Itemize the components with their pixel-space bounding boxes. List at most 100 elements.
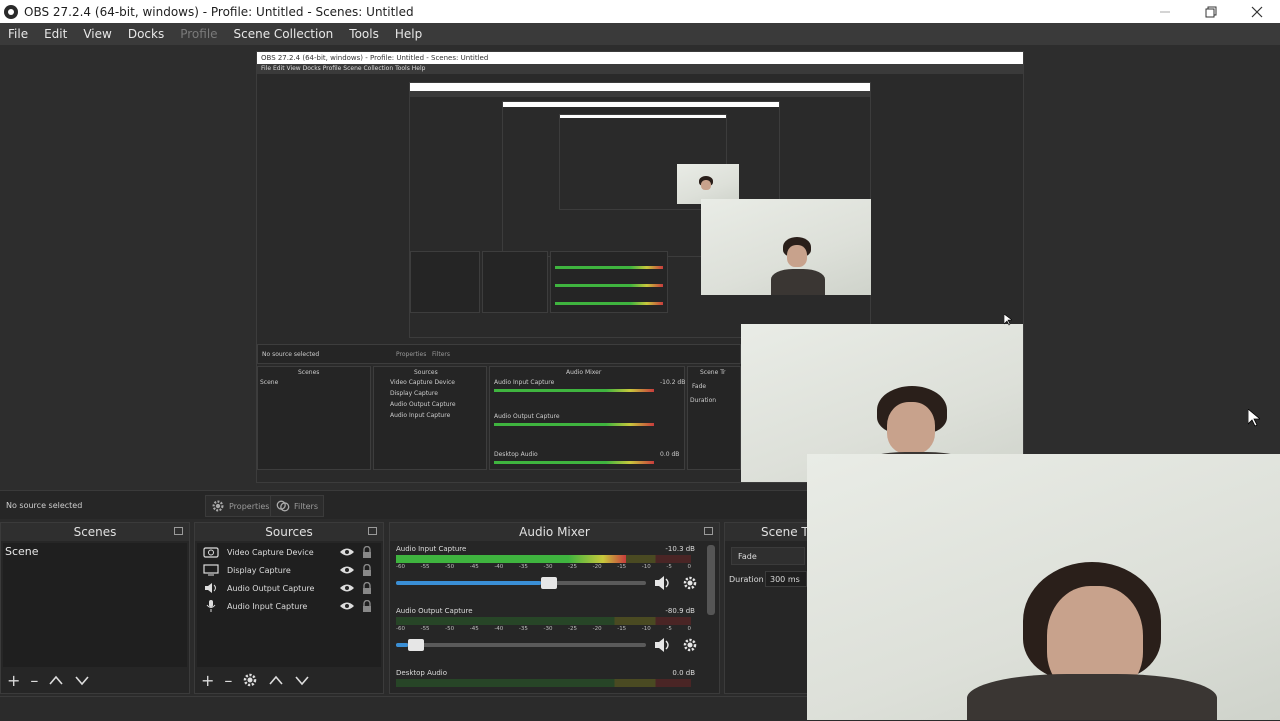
level-meter xyxy=(396,617,691,625)
remove-scene-button[interactable]: – xyxy=(30,671,38,690)
nested-properties-label: Properties xyxy=(396,351,427,358)
volume-icon[interactable] xyxy=(654,575,672,591)
channel-db: -10.3 dB xyxy=(665,545,695,553)
meter-tick-label: -50 xyxy=(445,564,455,570)
undock-icon[interactable] xyxy=(174,527,183,535)
mixer-channel: Audio Output Capture -80.9 dB -60 -55 -50-… xyxy=(394,607,701,665)
meter-tick-label: -45 xyxy=(469,564,479,570)
nested-scene-item: Scene xyxy=(260,379,279,386)
menu-edit[interactable]: Edit xyxy=(36,27,75,41)
source-row[interactable]: Audio Output Capture xyxy=(199,579,379,597)
menu-profile: Profile xyxy=(180,27,218,41)
meter-tick-label: -35 xyxy=(518,564,528,570)
lock-icon[interactable] xyxy=(359,600,375,612)
properties-button[interactable]: Properties xyxy=(205,495,276,517)
minimize-button[interactable] xyxy=(1142,0,1188,23)
monitor-icon xyxy=(203,564,219,576)
visibility-eye-icon[interactable] xyxy=(339,600,355,612)
channel-gear-icon[interactable] xyxy=(682,575,698,591)
mixer-scrollbar[interactable] xyxy=(707,545,715,615)
channel-gear-icon[interactable] xyxy=(682,637,698,653)
speaker-icon xyxy=(203,582,219,594)
lock-icon[interactable] xyxy=(359,546,375,558)
menu-scene-collection[interactable]: Scene Collection xyxy=(226,27,342,41)
move-up-icon[interactable] xyxy=(48,674,64,686)
move-up-icon[interactable] xyxy=(268,674,284,686)
visibility-eye-icon[interactable] xyxy=(339,582,355,594)
filters-button[interactable]: Filters xyxy=(270,495,324,517)
volume-slider[interactable] xyxy=(396,577,646,589)
undock-icon[interactable] xyxy=(368,527,377,535)
source-properties-gear-icon[interactable] xyxy=(242,672,258,688)
transition-type-select[interactable]: Fade xyxy=(731,547,805,565)
remove-source-button[interactable]: – xyxy=(224,671,232,690)
nested-transitions-dock: Scene Tr Fade Duration xyxy=(687,366,741,470)
menu-view[interactable]: View xyxy=(75,27,119,41)
meter-ticks: -60 -55 -50 -45 -40 -35 -30 -25 -20 -15 -10 -5 0 xyxy=(396,626,691,632)
source-row[interactable]: Audio Input Capture xyxy=(199,597,379,615)
nested-source-4: Audio Input Capture xyxy=(390,412,451,419)
meter-tick-label: -5 xyxy=(666,626,672,632)
meter-tick-label: -35 xyxy=(518,626,528,632)
meter-tick-label: -55 xyxy=(420,626,430,632)
meter-ticks: -60 -55 -50 -45 -40 -35 -30 -25 -20 -15 -10 -5 0 xyxy=(396,564,691,570)
window-title: OBS 27.2.4 (64-bit, windows) - Profile: … xyxy=(24,4,414,19)
close-button[interactable] xyxy=(1234,0,1280,23)
source-name: Audio Output Capture xyxy=(227,583,315,593)
restore-button[interactable] xyxy=(1188,0,1234,23)
visibility-eye-icon[interactable] xyxy=(339,564,355,576)
nested-scenes-dock-2 xyxy=(410,251,480,313)
add-scene-button[interactable]: + xyxy=(7,671,20,690)
source-row[interactable]: Display Capture xyxy=(199,561,379,579)
nested-channel-3-name: Desktop Audio xyxy=(494,451,538,458)
scenes-toolbar: + – xyxy=(1,667,189,693)
nested-title-2 xyxy=(410,83,870,91)
move-down-icon[interactable] xyxy=(74,674,90,686)
minimize-icon xyxy=(1160,11,1170,12)
lock-icon[interactable] xyxy=(359,564,375,576)
nested-obs-window: OBS 27.2.4 (64-bit, windows) - Profile: … xyxy=(256,51,1024,483)
nested-properties-bar: No source selected Properties Filters xyxy=(257,344,741,364)
nested-sources-header: Sources xyxy=(414,369,438,376)
nested-duration-label: Duration xyxy=(690,397,717,404)
nested-sources-dock-2 xyxy=(482,251,548,313)
sources-dock: Sources Video Capture Device Display Cap… xyxy=(194,522,384,694)
slider-knob[interactable] xyxy=(541,577,557,589)
obs-logo-icon xyxy=(4,4,18,19)
menu-help[interactable]: Help xyxy=(387,27,430,41)
duration-input[interactable]: 300 ms xyxy=(765,571,807,587)
volume-slider[interactable] xyxy=(396,639,646,651)
scenes-header: Scenes xyxy=(1,523,189,541)
nested-menu: File Edit View Docks Profile Scene Colle… xyxy=(257,64,1023,74)
meter-tick-label: -20 xyxy=(592,564,602,570)
mixer-header: Audio Mixer xyxy=(390,523,719,541)
menu-docks[interactable]: Docks xyxy=(120,27,172,41)
microphone-icon xyxy=(203,600,219,612)
nested-no-source-label: No source selected xyxy=(262,351,320,358)
slider-knob[interactable] xyxy=(408,639,424,651)
meter-tick-label: -50 xyxy=(445,626,455,632)
filters-label: Filters xyxy=(294,501,318,511)
visibility-eye-icon[interactable] xyxy=(339,546,355,558)
add-source-button[interactable]: + xyxy=(201,671,214,690)
nested-menu-2 xyxy=(410,91,870,97)
undock-icon[interactable] xyxy=(704,527,713,535)
nested-channel-1-name: Audio Input Capture xyxy=(494,379,555,386)
move-down-icon[interactable] xyxy=(294,674,310,686)
slider-fill xyxy=(396,581,541,585)
preview-canvas[interactable]: OBS 27.2.4 (64-bit, windows) - Profile: … xyxy=(0,45,1280,490)
nested-transitions-header: Scene Tr xyxy=(700,369,726,376)
volume-icon[interactable] xyxy=(654,637,672,653)
mixer-channel: Desktop Audio 0.0 dB xyxy=(394,669,701,693)
menu-file[interactable]: File xyxy=(0,27,36,41)
nested-fade: Fade xyxy=(692,383,707,390)
lock-icon[interactable] xyxy=(359,582,375,594)
meter-tick-label: -40 xyxy=(494,626,504,632)
meter-tick-label: -5 xyxy=(666,564,672,570)
camera-icon xyxy=(203,546,219,558)
status-bar xyxy=(0,696,808,721)
source-row[interactable]: Video Capture Device xyxy=(199,543,379,561)
scene-item[interactable]: Scene xyxy=(5,545,39,558)
meter-fill xyxy=(396,555,627,563)
menu-tools[interactable]: Tools xyxy=(341,27,387,41)
